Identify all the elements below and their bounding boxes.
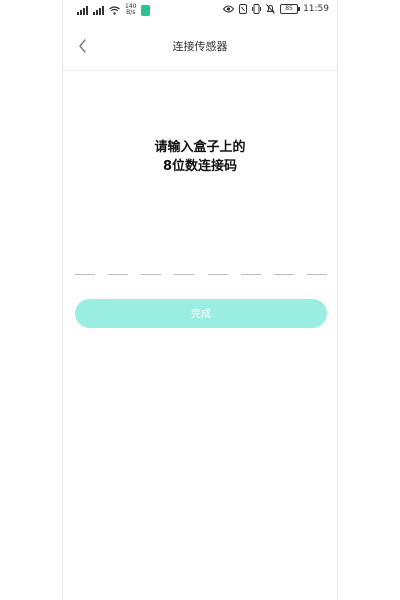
- signal-1-icon: [77, 5, 88, 15]
- code-digit-5[interactable]: [207, 254, 228, 275]
- signal-2-icon: [93, 5, 104, 15]
- code-digit-3[interactable]: [141, 254, 162, 275]
- navigation-bar: 连接传感器: [63, 22, 337, 71]
- code-prompt: 请输入盒子上的 8位数连接码: [63, 138, 337, 176]
- code-digit-1[interactable]: [75, 254, 95, 275]
- wifi-icon: [109, 5, 120, 15]
- clock-time: 11:59: [303, 4, 329, 14]
- phone-screen: 140 B/s 85 11:59 连接传感器 请输入盒子上的 8位数连接码 完成: [62, 0, 338, 600]
- status-bar: 140 B/s 85 11:59: [63, 0, 337, 22]
- status-bar-right: 85 11:59: [223, 4, 329, 14]
- code-digit-6[interactable]: [240, 254, 261, 275]
- vibrate-icon: [252, 4, 262, 14]
- code-prompt-line-2: 8位数连接码: [162, 159, 238, 174]
- code-prompt-line-1: 请输入盒子上的: [154, 140, 246, 155]
- code-digit-7[interactable]: [273, 254, 294, 275]
- eye-icon: [223, 5, 235, 13]
- network-speed: 140 B/s: [125, 4, 136, 16]
- code-digit-8[interactable]: [306, 254, 327, 275]
- code-digit-2[interactable]: [108, 254, 129, 275]
- code-digit-4[interactable]: [174, 254, 195, 275]
- page-title: 连接传感器: [172, 40, 228, 53]
- connection-code-input[interactable]: [75, 254, 327, 275]
- done-button[interactable]: 完成: [75, 299, 327, 328]
- network-speed-unit: B/s: [126, 9, 136, 16]
- app-notification-icon: [141, 4, 151, 16]
- battery-icon: 85: [280, 4, 301, 14]
- mute-icon: [266, 4, 275, 14]
- nfc-icon: [239, 4, 248, 14]
- status-bar-left: 140 B/s: [77, 4, 151, 16]
